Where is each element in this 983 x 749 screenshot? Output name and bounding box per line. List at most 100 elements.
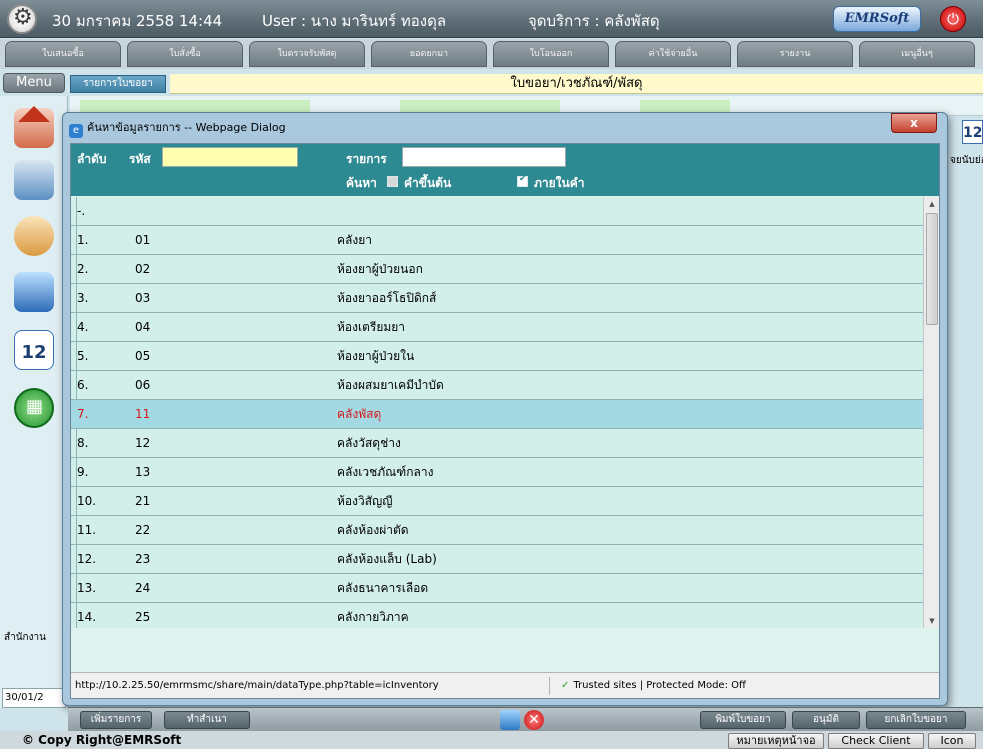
check-icon: ✓ bbox=[561, 680, 570, 691]
result-row[interactable]: 5. 05 ห้องยาผู้ป่วยใน bbox=[71, 342, 923, 371]
row-code: 25 bbox=[135, 610, 151, 624]
row-no: -. bbox=[77, 204, 86, 218]
row-code: 22 bbox=[135, 523, 151, 537]
result-row[interactable]: 10. 21 ห้องวิสัญญี bbox=[71, 487, 923, 516]
startswith-checkbox[interactable] bbox=[387, 176, 398, 187]
result-row[interactable]: 6. 06 ห้องผสมยาเคมีบำบัด bbox=[71, 371, 923, 400]
add-item-button[interactable]: เพิ่มรายการ bbox=[80, 711, 152, 729]
row-no: 1. bbox=[77, 233, 89, 247]
result-row[interactable]: 4. 04 ห้องเตรียมยา bbox=[71, 313, 923, 342]
row-name: คลังพัสดุ bbox=[337, 407, 382, 421]
row-code: 01 bbox=[135, 233, 151, 247]
result-row[interactable]: 3. 03 ห้องยาออร์โธปิดิกส์ bbox=[71, 284, 923, 313]
row-name: คลังเวชภัณฑ์กลาง bbox=[337, 465, 434, 479]
tab-other-menus[interactable]: เมนูอื่นๆ bbox=[859, 41, 975, 67]
computer-lock-icon[interactable] bbox=[14, 160, 54, 200]
row-name: ห้องยาออร์โธปิดิกส์ bbox=[337, 291, 437, 305]
page-title: ใบขอยา/เวชภัณฑ์/พัสดุ bbox=[170, 74, 983, 94]
calendar-icon[interactable]: 12 bbox=[962, 120, 983, 144]
cancel-request-button[interactable]: ยกเลิกใบขอยา bbox=[866, 711, 966, 729]
bottom-action-bar: เพิ่มรายการ ทำสำเนา ✕ พิมพ์ใบขอยา อนุมัต… bbox=[68, 707, 983, 731]
security-zone-text: Trusted sites | Protected Mode: Off bbox=[573, 680, 746, 691]
row-no: 10. bbox=[77, 494, 97, 508]
tab-purchase-request[interactable]: ใบเสนอซื้อ bbox=[5, 41, 121, 67]
menu-button[interactable]: Menu bbox=[3, 73, 65, 93]
row-code: 13 bbox=[135, 465, 151, 479]
result-list: -. 1. 01 คลังยา 2. 02 ห้องยาผู้ป่วยนอก 3. 03 ห้อง… bbox=[71, 197, 923, 628]
scroll-thumb[interactable] bbox=[926, 213, 938, 325]
scroll-up-icon[interactable]: ▲ bbox=[924, 197, 940, 211]
result-row[interactable]: -. bbox=[71, 197, 923, 226]
subtab-request-list[interactable]: รายการใบขอยา bbox=[70, 75, 166, 93]
building-icon[interactable] bbox=[14, 272, 54, 312]
row-code: 06 bbox=[135, 378, 151, 392]
row-code: 04 bbox=[135, 320, 151, 334]
tab-purchase-order[interactable]: ใบสั่งซื้อ bbox=[127, 41, 243, 67]
print-icon[interactable] bbox=[500, 710, 520, 730]
home-icon[interactable] bbox=[14, 106, 54, 148]
check-client-button[interactable]: Check Client bbox=[828, 733, 924, 749]
tab-reports[interactable]: รายงาน bbox=[737, 41, 853, 67]
power-icon[interactable]: ⏻ bbox=[940, 6, 966, 32]
row-code: 11 bbox=[135, 407, 151, 421]
item-label: รายการ bbox=[346, 152, 387, 166]
draft-button[interactable]: ทำสำเนา bbox=[164, 711, 250, 729]
print-request-button[interactable]: พิมพ์ใบขอยา bbox=[700, 711, 786, 729]
office-label: สำนักงาน bbox=[4, 632, 46, 643]
dialog-status-bar: http://10.2.25.50/emrmsmc/share/main/dat… bbox=[71, 672, 939, 698]
row-code: 21 bbox=[135, 494, 151, 508]
row-name: ห้องวิสัญญี bbox=[337, 494, 393, 508]
result-row[interactable]: 9. 13 คลังเวชภัณฑ์กลาง bbox=[71, 458, 923, 487]
close-button[interactable]: x bbox=[891, 113, 937, 133]
row-code: 24 bbox=[135, 581, 151, 595]
list-scrollbar[interactable]: ▲ ▼ bbox=[923, 197, 939, 628]
item-input[interactable] bbox=[402, 147, 566, 167]
tab-opening-balance[interactable]: ยอดยกมา bbox=[371, 41, 487, 67]
brand-logo: EMRSoft bbox=[833, 6, 921, 32]
current-user: User : นาง มารินทร์ ทองดุล bbox=[262, 12, 447, 30]
row-name: คลังกายวิภาค bbox=[337, 610, 409, 624]
date-field[interactable]: 30/01/2 bbox=[2, 688, 66, 708]
tab-goods-receipt[interactable]: ใบตรวจรับพัสดุ bbox=[249, 41, 365, 67]
tab-transfer-out[interactable]: ใบโอนออก bbox=[493, 41, 609, 67]
row-name: ห้องผสมยาเคมีบำบัด bbox=[337, 378, 444, 392]
row-no: 12. bbox=[77, 552, 97, 566]
row-name: คลังห้องแล็บ (Lab) bbox=[337, 552, 437, 566]
result-row[interactable]: 2. 02 ห้องยาผู้ป่วยนอก bbox=[71, 255, 923, 284]
search-header: ลำดับ รหัส รายการ ค้นหา คำขึ้นต้น ภายในค… bbox=[71, 144, 939, 196]
row-no: 13. bbox=[77, 581, 97, 595]
result-row[interactable]: 8. 12 คลังวัสดุช่าง bbox=[71, 429, 923, 458]
browser-icon: e bbox=[69, 124, 83, 138]
row-no: 2. bbox=[77, 262, 89, 276]
row-code: 12 bbox=[135, 436, 151, 450]
result-row[interactable]: 13. 24 คลังธนาคารเลือด bbox=[71, 574, 923, 603]
cancel-icon[interactable]: ✕ bbox=[524, 710, 544, 730]
left-sidebar: 12 bbox=[0, 96, 68, 708]
screen-note-button[interactable]: หมายเหตุหน้าจอ bbox=[728, 733, 824, 749]
order-label: ลำดับ bbox=[77, 152, 107, 166]
result-row[interactable]: 12. 23 คลังห้องแล็บ (Lab) bbox=[71, 545, 923, 574]
calculator-icon[interactable] bbox=[14, 388, 54, 428]
top-status-bar: 30 มกราคม 2558 14:44 User : นาง มารินทร์… bbox=[0, 0, 983, 38]
row-code: 23 bbox=[135, 552, 151, 566]
result-row[interactable]: 14. 25 คลังกายวิภาค bbox=[71, 603, 923, 628]
row-name: คลังธนาคารเลือด bbox=[337, 581, 429, 595]
result-row[interactable]: 11. 22 คลังห้องผ่าตัด bbox=[71, 516, 923, 545]
result-row[interactable]: 1. 01 คลังยา bbox=[71, 226, 923, 255]
result-row[interactable]: 7. 11 คลังพัสดุ bbox=[71, 400, 923, 429]
code-input[interactable] bbox=[162, 147, 298, 167]
calendar-icon[interactable]: 12 bbox=[14, 330, 54, 370]
tab-other-expenses[interactable]: ค่าใช้จ่ายอื่น bbox=[615, 41, 731, 67]
row-no: 8. bbox=[77, 436, 89, 450]
row-no: 6. bbox=[77, 378, 89, 392]
contains-checkbox[interactable] bbox=[517, 174, 528, 187]
row-no: 5. bbox=[77, 349, 89, 363]
users-icon[interactable] bbox=[14, 216, 54, 256]
icon-button[interactable]: Icon bbox=[928, 733, 976, 749]
approve-button[interactable]: อนุมัติ bbox=[792, 711, 860, 729]
scroll-down-icon[interactable]: ▼ bbox=[924, 614, 940, 628]
dialog-title: ค้นหาข้อมูลรายการ -- Webpage Dialog bbox=[87, 121, 286, 134]
main-tab-bar: ใบเสนอซื้อ ใบสั่งซื้อ ใบตรวจรับพัสดุ ยอด… bbox=[0, 39, 983, 69]
row-name: คลังห้องผ่าตัด bbox=[337, 523, 409, 537]
dialog-title-bar: e ค้นหาข้อมูลรายการ -- Webpage Dialog bbox=[69, 119, 286, 138]
